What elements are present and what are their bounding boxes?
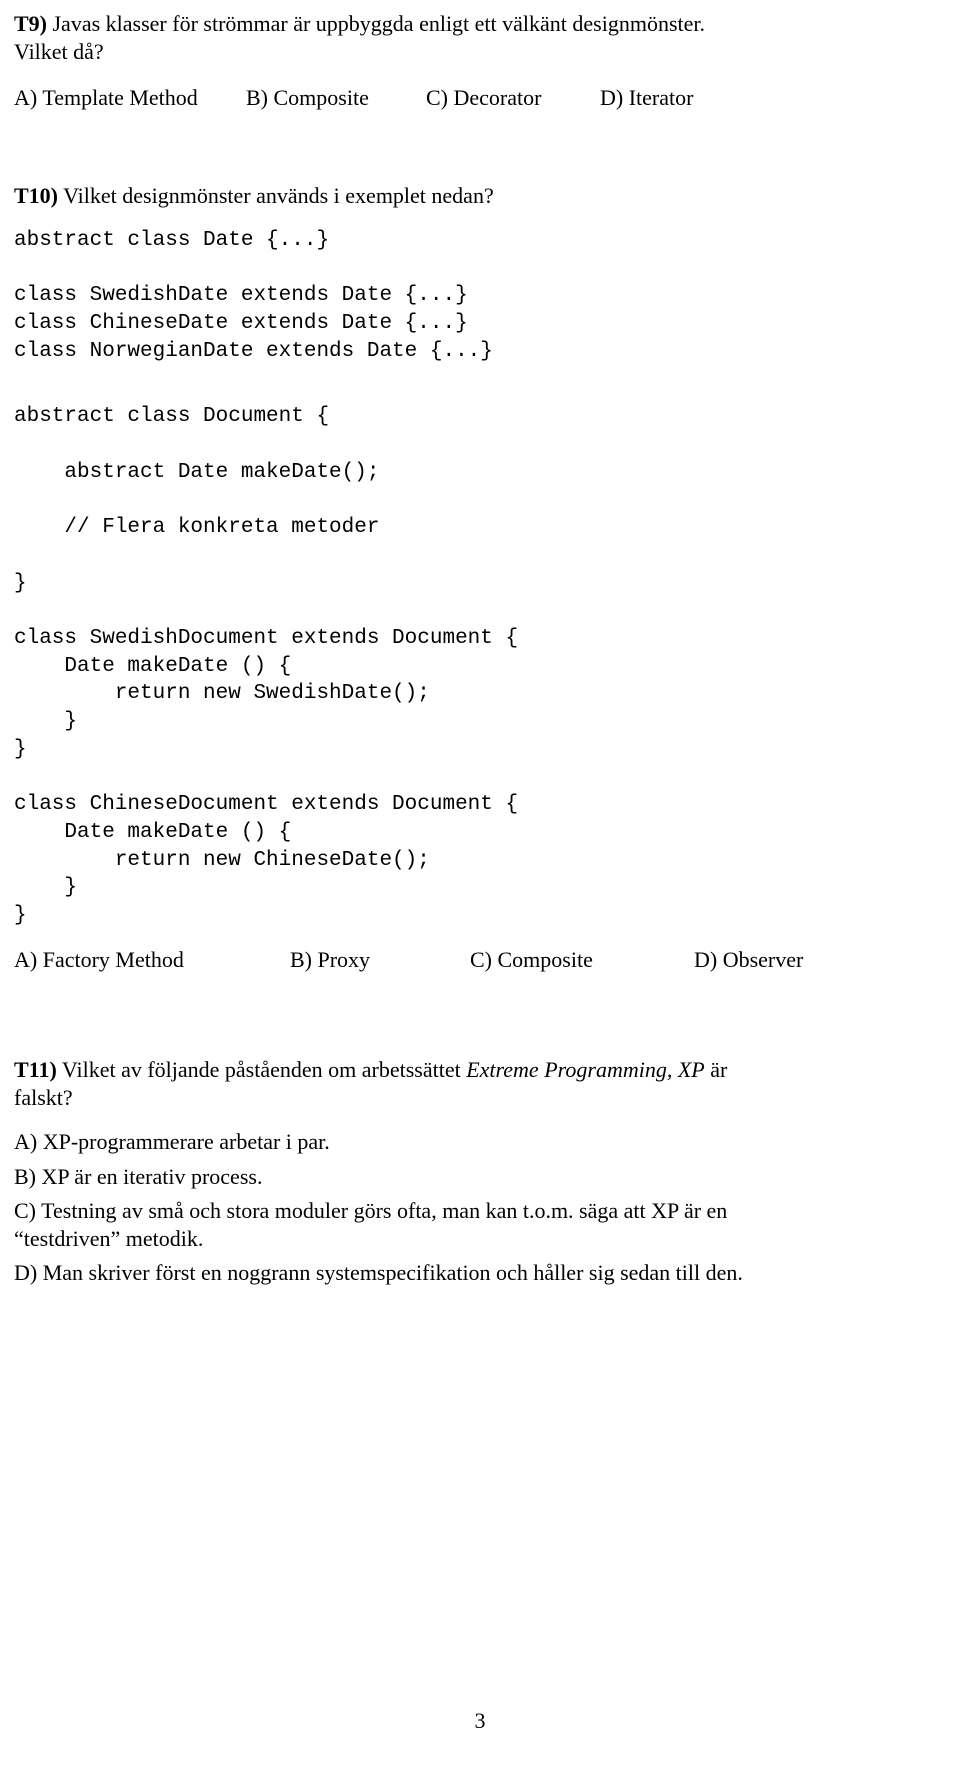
q11-text-italic: Extreme Programming, XP <box>466 1057 705 1082</box>
q10-label: T10) <box>14 183 58 208</box>
q9-options: A) Template Method B) Composite C) Decor… <box>14 84 900 112</box>
q9-option-c: C) Decorator <box>426 84 600 112</box>
q11-option-d: D) Man skriver först en noggrann systems… <box>14 1259 900 1287</box>
q9-option-b: B) Composite <box>246 84 426 112</box>
q10-options: A) Factory Method B) Proxy C) Composite … <box>14 946 900 974</box>
q9-option-d: D) Iterator <box>600 84 693 112</box>
q11-option-b: B) XP är en iterativ process. <box>14 1163 900 1191</box>
q10-text: T10) Vilket designmönster används i exem… <box>14 182 900 210</box>
q10-option-c: C) Composite <box>470 946 694 974</box>
q10-option-b: B) Proxy <box>290 946 470 974</box>
page-container: T9) Javas klasser för strömmar är uppbyg… <box>0 0 960 1787</box>
q10-text-body: Vilket designmönster används i exemplet … <box>58 183 494 208</box>
q10-option-a: A) Factory Method <box>14 946 290 974</box>
q10-option-d: D) Observer <box>694 946 803 974</box>
page-number: 3 <box>0 1707 960 1735</box>
q11-option-c-line2: “testdriven” metodik. <box>14 1225 900 1253</box>
q10-code-block2: abstract class Document { abstract Date … <box>14 403 900 930</box>
q9-text-line2: Vilket då? <box>14 39 104 64</box>
q11-label: T11) <box>14 1057 57 1082</box>
q9-text-line1: Javas klasser för strömmar är uppbyggda … <box>47 11 705 36</box>
q11-text-part2: är <box>705 1057 728 1082</box>
q11-option-a: A) XP-programmerare arbetar i par. <box>14 1128 900 1156</box>
q10-code-block1: abstract class Date {...} class SwedishD… <box>14 227 900 366</box>
q9-label: T9) <box>14 11 47 36</box>
q11-text-line2: falskt? <box>14 1085 73 1110</box>
q11-text: T11) Vilket av följande påståenden om ar… <box>14 1056 900 1112</box>
q9-text: T9) Javas klasser för strömmar är uppbyg… <box>14 10 900 66</box>
q11-option-c-line1: C) Testning av små och stora moduler gör… <box>14 1197 900 1225</box>
q9-option-a: A) Template Method <box>14 84 246 112</box>
q11-text-part1: Vilket av följande påståenden om arbetss… <box>57 1057 466 1082</box>
